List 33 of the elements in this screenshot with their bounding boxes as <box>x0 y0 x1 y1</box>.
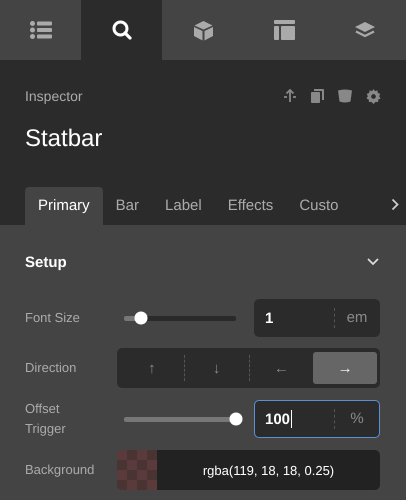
settings-icon[interactable] <box>366 88 381 104</box>
field-label: Direction <box>25 359 78 377</box>
unit-label: em <box>334 308 379 328</box>
list-icon <box>30 21 52 39</box>
direction-option[interactable]: ↓ <box>184 352 248 384</box>
search-icon <box>112 20 132 40</box>
text-cursor <box>291 410 292 428</box>
field-label: Background <box>25 461 96 479</box>
number-field[interactable]: 1 em <box>254 299 380 337</box>
field-label: Offset Trigger <box>25 400 67 438</box>
copy-icon[interactable] <box>311 89 324 103</box>
direction-option[interactable]: ← <box>250 352 314 384</box>
cube-icon <box>192 20 214 40</box>
trash-icon[interactable] <box>338 89 352 103</box>
tab[interactable]: Bar <box>102 187 152 225</box>
split-arrow-icon[interactable] <box>283 89 297 103</box>
direction-option[interactable]: ↑ <box>120 352 184 384</box>
panel-title: Statbar <box>25 125 104 153</box>
tab[interactable]: Label <box>152 187 215 225</box>
number-field[interactable]: 100 % <box>254 400 380 438</box>
unit-label: % <box>334 409 379 429</box>
layout-icon <box>274 20 295 40</box>
color-value-field[interactable]: rgba(119, 18, 18, 0.25) <box>157 450 380 490</box>
tab[interactable]: Custo <box>286 187 352 225</box>
tab[interactable]: Primary <box>25 187 103 225</box>
layers-icon <box>354 21 376 39</box>
tab[interactable]: Effects <box>214 187 286 225</box>
direction-option[interactable]: → <box>313 352 377 384</box>
color-swatch[interactable] <box>117 450 157 490</box>
field-label: Font Size <box>25 309 81 327</box>
section-title: Setup <box>25 254 67 270</box>
toolbar-tab[interactable] <box>81 0 162 60</box>
panel-label: Inspector <box>25 88 83 104</box>
